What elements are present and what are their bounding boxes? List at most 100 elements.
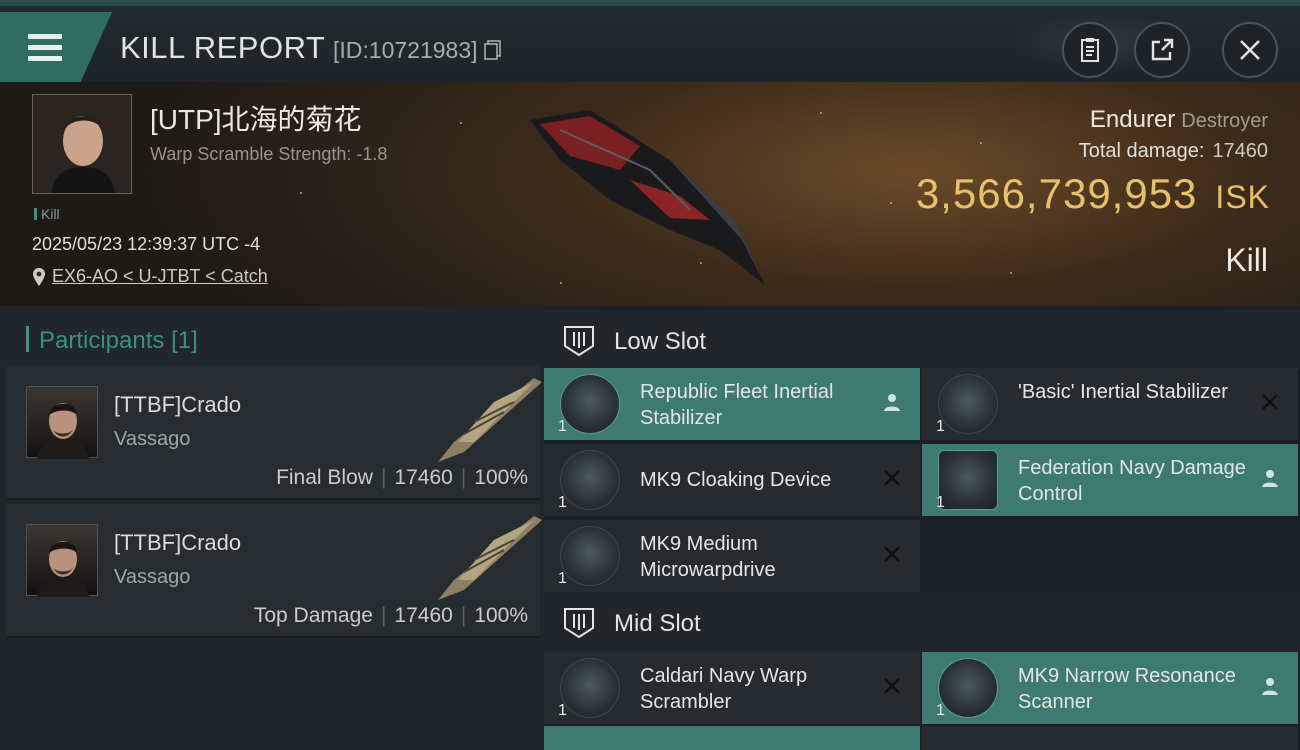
victim-banner: [UTP]北海的菊花 Warp Scramble Strength: -1.8 … bbox=[0, 82, 1300, 306]
participant-role: Top Damage bbox=[253, 604, 373, 627]
module-name: 'Basic' Inertial Stabilizer bbox=[1018, 381, 1228, 403]
isk-unit: ISK bbox=[1215, 179, 1270, 215]
module-qty: 1 bbox=[558, 494, 567, 511]
module-name: MK9 Medium Microwarpdrive bbox=[640, 533, 776, 581]
participants-count: [1] bbox=[171, 327, 198, 354]
module-qty: 1 bbox=[558, 570, 567, 587]
participants-heading: Participants [1] bbox=[26, 326, 198, 355]
ship-class: Destroyer bbox=[1181, 110, 1268, 132]
participant-name[interactable]: [TTBF]Crado bbox=[114, 530, 241, 556]
fitting-panel: Low Slot 1 Republic Fleet Inertial Stabi… bbox=[544, 306, 1300, 750]
kill-location[interactable]: EX6-AO < U-JTBT < Catch bbox=[32, 266, 268, 287]
total-damage-value: 17460 bbox=[1212, 140, 1268, 162]
destroyed-x-icon bbox=[1262, 394, 1278, 410]
victim-pilot-name[interactable]: [UTP]北海的菊花 bbox=[150, 98, 362, 138]
inertial-stabilizer-icon bbox=[938, 374, 998, 434]
share-icon bbox=[1151, 38, 1174, 61]
participant-stats: Final Blow | 17460 | 100% bbox=[276, 466, 528, 489]
module-item[interactable]: 1 MK9 Medium Microwarpdrive bbox=[544, 520, 920, 592]
total-damage: Total damage: 17460 bbox=[1079, 140, 1268, 163]
victim-avatar[interactable] bbox=[32, 94, 132, 194]
participant-ship-image bbox=[438, 516, 542, 600]
total-damage-label: Total damage: bbox=[1078, 140, 1205, 162]
module-item[interactable]: 1 MK9 Cloaking Device bbox=[544, 444, 920, 516]
low-slot-header: Low Slot bbox=[544, 310, 1300, 370]
module-qty: 1 bbox=[936, 418, 945, 435]
clipboard-icon bbox=[1081, 38, 1099, 62]
mid-slot-label: Mid Slot bbox=[614, 610, 701, 637]
inertial-stabilizer-icon bbox=[560, 374, 620, 434]
module-qty: 1 bbox=[558, 418, 567, 435]
report-id-text: [ID:10721983] bbox=[333, 37, 478, 63]
participants-panel: Participants [1] [TTBF]Crado Vassago Fin… bbox=[0, 306, 544, 750]
resonance-scanner-icon bbox=[938, 658, 998, 718]
participant-damage: 17460 bbox=[394, 466, 453, 489]
participant-percent: 100% bbox=[474, 466, 528, 489]
clipboard-button[interactable] bbox=[1062, 22, 1118, 78]
header-bar: KILL REPORT [ID:10721983] bbox=[0, 0, 1300, 82]
low-slot-icon bbox=[564, 326, 594, 357]
module-name: MK9 Cloaking Device bbox=[640, 469, 832, 491]
damage-control-icon bbox=[938, 450, 998, 510]
dropped-person-icon bbox=[1262, 470, 1278, 487]
isk-amount: 3,566,739,953 bbox=[915, 170, 1198, 217]
module-item[interactable]: 1 Republic Fleet Inertial Stabilizer bbox=[544, 368, 920, 440]
victim-portrait bbox=[33, 95, 131, 193]
kill-tag-label: Kill bbox=[41, 206, 60, 222]
ship-name: Endurer bbox=[1089, 106, 1176, 133]
module-name: MK9 Narrow Resonance Scanner bbox=[1018, 665, 1236, 713]
module-qty: 1 bbox=[936, 702, 945, 719]
mid-slot-header: Mid Slot bbox=[544, 592, 1300, 652]
page-title: KILL REPORT bbox=[120, 30, 326, 65]
location-pin-icon bbox=[33, 267, 45, 286]
participant-stats: Top Damage | 17460 | 100% bbox=[253, 604, 528, 627]
module-item-partial[interactable] bbox=[922, 726, 1298, 750]
participant-avatar[interactable] bbox=[26, 524, 98, 597]
participant-ship-image bbox=[438, 378, 542, 462]
module-name: Republic Fleet Inertial Stabilizer bbox=[640, 381, 834, 429]
warp-scrambler-icon bbox=[560, 658, 620, 718]
report-id: [ID:10721983] bbox=[333, 37, 502, 66]
mid-slot-icon bbox=[564, 608, 594, 639]
isk-value: 3,566,739,953 ISK bbox=[916, 170, 1270, 218]
dropped-person-icon bbox=[884, 394, 900, 411]
menu-button[interactable] bbox=[0, 12, 112, 82]
destroyed-x-icon bbox=[884, 546, 900, 562]
participant-card[interactable]: [TTBF]Crado Vassago Top Damage | 17460 | 100… bbox=[6, 504, 542, 638]
module-name: Caldari Navy Warp Scrambler bbox=[640, 665, 808, 713]
destroyed-x-icon bbox=[884, 470, 900, 486]
kill-tag: Kill bbox=[34, 206, 60, 222]
module-item[interactable]: 1 MK9 Narrow Resonance Scanner bbox=[922, 652, 1298, 724]
participant-percent: 100% bbox=[474, 604, 528, 627]
participant-ship: Vassago bbox=[114, 566, 191, 588]
victim-ship-image bbox=[530, 110, 765, 285]
participant-ship: Vassago bbox=[114, 428, 191, 450]
low-slot-label: Low Slot bbox=[614, 328, 707, 355]
dropped-person-icon bbox=[1262, 678, 1278, 695]
module-name: Federation Navy Damage Control bbox=[1018, 457, 1246, 505]
participant-card[interactable]: [TTBF]Crado Vassago Final Blow | 17460 | 100… bbox=[6, 366, 542, 500]
destroyed-x-icon bbox=[884, 678, 900, 694]
participant-damage: 17460 bbox=[394, 604, 453, 627]
module-item[interactable]: 1 Caldari Navy Warp Scrambler bbox=[544, 652, 920, 724]
microwarpdrive-icon bbox=[560, 526, 620, 586]
module-item[interactable]: 1 Federation Navy Damage Control bbox=[922, 444, 1298, 516]
copy-icon[interactable] bbox=[484, 39, 502, 66]
module-qty: 1 bbox=[558, 702, 567, 719]
share-button[interactable] bbox=[1134, 22, 1190, 78]
location-link[interactable]: EX6-AO < U-JTBT < Catch bbox=[52, 266, 268, 287]
module-item-partial[interactable] bbox=[544, 726, 920, 750]
module-item[interactable]: 1 'Basic' Inertial Stabilizer bbox=[922, 368, 1298, 440]
participant-role: Final Blow bbox=[276, 466, 373, 489]
close-button[interactable] bbox=[1222, 22, 1278, 78]
cloaking-device-icon bbox=[560, 450, 620, 510]
warp-scramble-strength: Warp Scramble Strength: -1.8 bbox=[150, 144, 388, 164]
victim-ship[interactable]: Endurer Destroyer bbox=[1090, 106, 1268, 134]
result-label: Kill bbox=[1225, 242, 1268, 278]
participant-name[interactable]: [TTBF]Crado bbox=[114, 392, 241, 418]
close-icon bbox=[1240, 40, 1260, 60]
participants-heading-label: Participants bbox=[39, 327, 165, 354]
participant-avatar[interactable] bbox=[26, 386, 98, 459]
menu-icon bbox=[28, 34, 62, 67]
module-qty: 1 bbox=[936, 494, 945, 511]
